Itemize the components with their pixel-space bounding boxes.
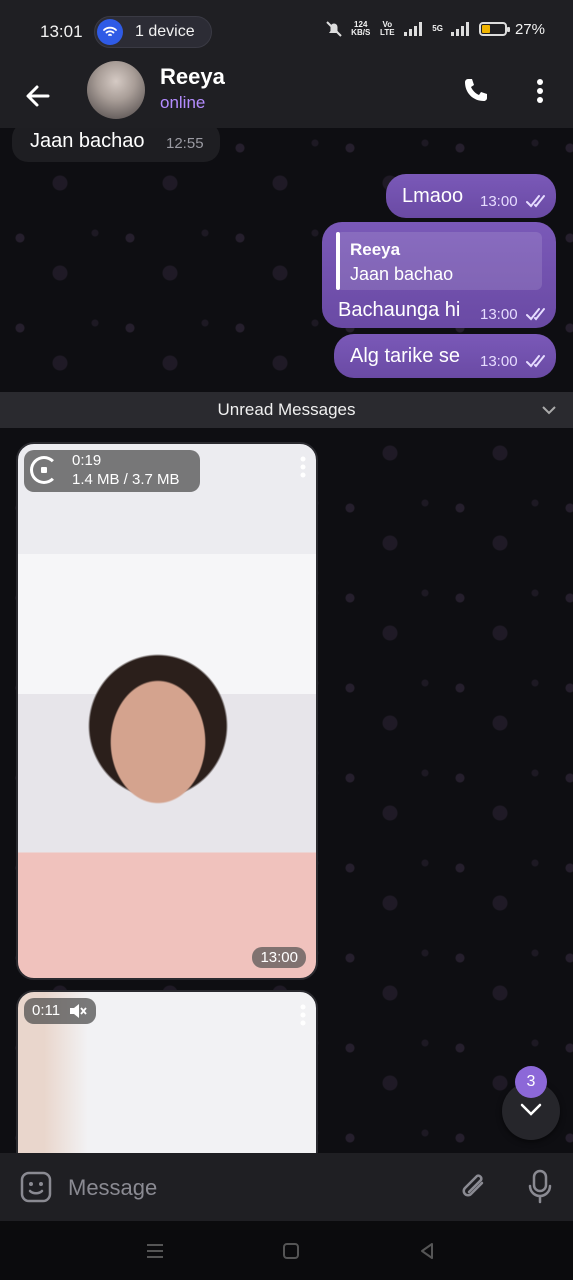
back-arrow-icon[interactable] xyxy=(22,80,54,112)
net-speed: 124 KB/S xyxy=(351,20,371,37)
message-time: 13:00 xyxy=(480,306,518,323)
contact-name[interactable]: Reeya xyxy=(160,64,225,90)
message-time: 12:55 xyxy=(166,135,204,152)
download-progress-icon[interactable] xyxy=(30,456,58,484)
double-check-icon xyxy=(526,195,545,208)
reply-preview[interactable]: Reeya Jaan bachao xyxy=(336,232,542,290)
back-nav-icon[interactable] xyxy=(416,1240,438,1262)
unread-label: Unread Messages xyxy=(217,400,356,419)
contact-avatar[interactable] xyxy=(87,61,145,119)
volte-label: Vo LTE xyxy=(380,20,395,37)
chevron-down-icon[interactable] xyxy=(541,403,557,417)
chat-area[interactable]: Jaan bachao 12:55 Lmaoo 13:00 Reeya Jaan… xyxy=(0,128,573,1153)
contact-status: online xyxy=(160,93,206,112)
message-time: 13:00 xyxy=(252,947,306,968)
battery-icon xyxy=(478,22,510,36)
chat-header: Reeya online xyxy=(0,64,573,128)
message-text: Bachaunga hi xyxy=(338,299,461,321)
video-download-badge[interactable]: 0:19 1.4 MB / 3.7 MB xyxy=(24,450,200,492)
message-time: 13:00 xyxy=(480,193,518,210)
incoming-message[interactable]: Jaan bachao 12:55 xyxy=(12,128,220,162)
home-icon[interactable] xyxy=(280,1240,302,1262)
message-text: Lmaoo xyxy=(402,185,464,207)
menu-icon[interactable] xyxy=(144,1240,166,1262)
connected-device-pill[interactable]: 1 device xyxy=(94,16,212,48)
chevron-down-icon xyxy=(520,1103,542,1116)
video-duration: 0:11 xyxy=(32,1002,61,1019)
status-time: 13:01 xyxy=(40,22,83,41)
message-text: Alg tarike se xyxy=(350,345,461,367)
unread-divider: Unread Messages xyxy=(0,392,573,428)
message-text: Jaan bachao xyxy=(30,130,145,152)
message-composer: Message xyxy=(0,1153,573,1221)
double-check-icon xyxy=(526,308,545,321)
signal-icon xyxy=(404,22,423,36)
status-bar: 13:01 1 device 124 KB/S Vo LTE 5G 27% xyxy=(0,0,573,64)
system-nav-bar xyxy=(0,1221,573,1280)
emoji-icon[interactable] xyxy=(20,1171,52,1203)
unread-count-badge: 3 xyxy=(515,1066,547,1098)
network-type: 5G xyxy=(432,24,443,33)
video-message[interactable]: 0:19 1.4 MB / 3.7 MB 13:00 xyxy=(16,442,318,980)
mic-icon[interactable] xyxy=(528,1169,552,1205)
signal-icon-2 xyxy=(450,22,469,36)
more-vert-icon[interactable] xyxy=(300,456,306,478)
phone-icon[interactable] xyxy=(460,76,490,106)
device-pill-label: 1 device xyxy=(135,23,195,40)
outgoing-message[interactable]: Lmaoo 13:00 xyxy=(386,174,556,218)
message-input[interactable]: Message xyxy=(68,1175,157,1201)
reply-text: Jaan bachao xyxy=(350,264,454,284)
video-duration-badge: 0:11 xyxy=(24,998,96,1024)
message-time: 13:00 xyxy=(480,353,518,370)
attach-icon[interactable] xyxy=(460,1171,490,1203)
more-vert-icon[interactable] xyxy=(528,74,552,108)
battery-percent: 27% xyxy=(514,20,545,38)
video-duration: 0:19 xyxy=(72,452,102,469)
wifi-device-icon xyxy=(97,19,123,45)
reply-sender: Reeya xyxy=(350,240,401,259)
video-size: 1.4 MB / 3.7 MB xyxy=(72,471,180,488)
outgoing-message[interactable]: Alg tarike se 13:00 xyxy=(334,334,556,378)
mute-icon[interactable] xyxy=(68,1003,88,1019)
outgoing-reply-message[interactable]: Reeya Jaan bachao Bachaunga hi 13:00 xyxy=(322,222,556,328)
double-check-icon xyxy=(526,355,545,368)
more-vert-icon[interactable] xyxy=(300,1004,306,1026)
silent-bell-icon xyxy=(326,21,342,37)
video-message[interactable]: 0:11 xyxy=(16,990,318,1153)
